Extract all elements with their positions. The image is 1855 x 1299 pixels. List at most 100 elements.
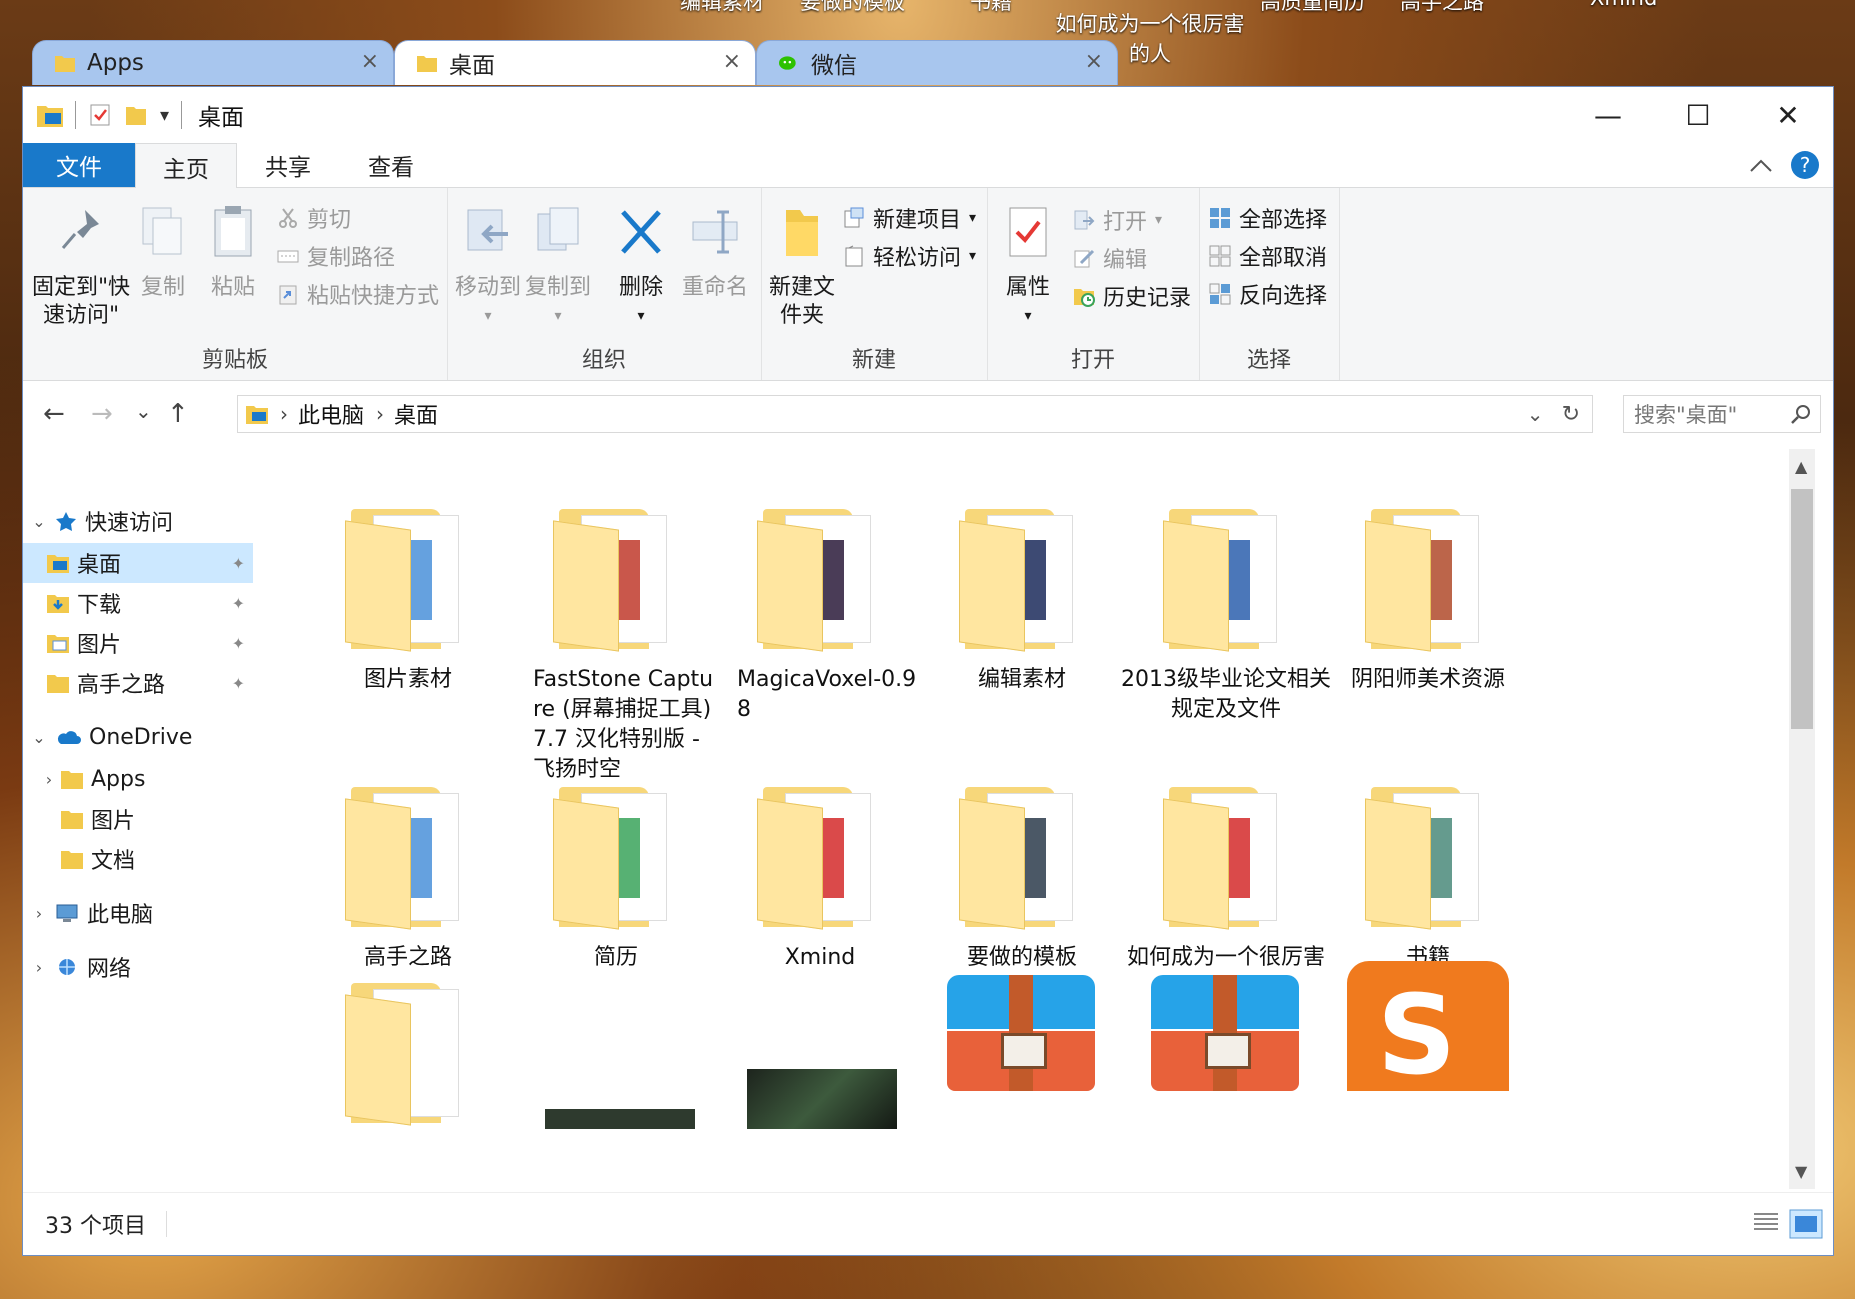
maximize-button[interactable]: ☐ [1653, 87, 1743, 143]
file-item[interactable]: 阴阳师美术资源 [1323, 505, 1533, 695]
group-select: 全部选择 全部取消 反向选择 选择 [1199, 188, 1340, 380]
new-folder-button[interactable]: 新建文件夹 [767, 204, 837, 330]
copy-button[interactable]: 复制 [133, 204, 193, 302]
tab-label: Apps [87, 50, 144, 76]
cut-button[interactable]: 剪切 [277, 202, 351, 234]
tab-view[interactable]: 查看 [341, 143, 441, 187]
close-button[interactable]: ✕ [1743, 87, 1833, 143]
copy-path-button[interactable]: 复制路径 [277, 240, 395, 272]
file-item[interactable]: 如何成为一个很厉害的人 [1121, 783, 1331, 1003]
file-item[interactable] [917, 975, 1127, 1125]
file-item[interactable]: 编辑素材 [917, 505, 1127, 695]
file-item[interactable]: FastStone Capture (屏幕捕捉工具) 7.7 汉化特别版 -飞扬… [511, 505, 721, 785]
paste-button[interactable]: 粘贴 [203, 204, 263, 302]
select-none-label: 全部取消 [1239, 246, 1328, 271]
invert-selection-button[interactable]: 反向选择 [1209, 278, 1327, 310]
archive-icon [947, 975, 1097, 1125]
desktop-folder-icon[interactable] [37, 103, 63, 127]
nav-onedrive[interactable]: ⌄ OneDrive [23, 717, 253, 757]
rename-button[interactable]: 重命名 [677, 204, 753, 302]
move-to-button[interactable]: 移动到 ▾ [455, 204, 521, 330]
file-item[interactable]: 2013级毕业论文相关规定及文件 [1121, 505, 1331, 725]
chevron-right-icon[interactable]: › [23, 958, 55, 977]
file-item[interactable] [1121, 975, 1331, 1125]
back-button[interactable]: ← [43, 399, 65, 429]
delete-icon [621, 210, 661, 254]
file-item[interactable]: S [1323, 961, 1533, 1099]
nav-onedrive-pictures[interactable]: 图片 [23, 799, 253, 839]
tab-share[interactable]: 共享 [238, 143, 338, 187]
tab-desktop[interactable]: 桌面 × [394, 40, 756, 85]
pin-icon: ✦ [231, 593, 245, 613]
file-item[interactable] [511, 979, 721, 1129]
delete-button[interactable]: 删除 ▾ [611, 204, 671, 330]
scroll-up-icon[interactable]: ▲ [1795, 457, 1807, 476]
chevron-right-icon[interactable]: › [23, 904, 55, 923]
nav-onedrive-documents[interactable]: 文档 [23, 839, 253, 879]
details-view-icon[interactable] [1751, 1209, 1781, 1235]
collapse-ribbon-icon[interactable] [1749, 157, 1773, 173]
nav-pictures[interactable]: 图片 ✦ [23, 623, 253, 663]
scrollbar-thumb[interactable] [1791, 489, 1813, 729]
nav-this-pc[interactable]: › 此电脑 [23, 893, 253, 933]
file-item[interactable]: 书籍 [1323, 783, 1533, 973]
vertical-scrollbar[interactable]: ▲ ▼ [1789, 449, 1815, 1189]
copy-to-button[interactable]: 复制到 ▾ [525, 204, 591, 330]
easy-access-button[interactable]: 轻松访问 ▾ [843, 240, 976, 272]
properties-button[interactable]: 属性 ▾ [993, 204, 1063, 330]
folder-icon [333, 505, 483, 655]
chevron-right-icon[interactable]: › [37, 770, 61, 789]
tab-wechat[interactable]: 微信 × [756, 40, 1118, 85]
large-icons-view-icon[interactable] [1789, 1209, 1823, 1239]
nav-desktop[interactable]: 桌面 ✦ [23, 543, 253, 583]
file-item[interactable] [303, 979, 513, 1129]
close-icon[interactable]: × [361, 49, 379, 74]
properties-icon[interactable] [88, 103, 112, 127]
search-box[interactable]: 搜索"桌面" [1623, 395, 1821, 433]
folder-icon [745, 505, 895, 655]
help-icon[interactable]: ? [1791, 151, 1819, 179]
nav-downloads[interactable]: 下载 ✦ [23, 583, 253, 623]
file-item[interactable]: 要做的模板 [917, 783, 1127, 973]
select-none-button[interactable]: 全部取消 [1209, 240, 1327, 272]
close-icon[interactable]: × [1085, 49, 1103, 74]
file-item[interactable] [715, 979, 925, 1129]
nav-onedrive-apps[interactable]: › Apps [23, 759, 253, 799]
pin-quick-access-button[interactable]: 固定到"快速访问" [31, 204, 131, 330]
tab-file[interactable]: 文件 [23, 143, 135, 187]
tab-apps[interactable]: Apps × [32, 40, 394, 85]
breadcrumb-this-pc[interactable]: 此电脑 [298, 398, 364, 430]
new-folder-icon[interactable] [124, 103, 148, 127]
address-dropdown-button[interactable]: ⌄ [1527, 402, 1544, 426]
file-item[interactable]: 图片素材 [303, 505, 513, 695]
minimize-button[interactable]: — [1563, 87, 1653, 143]
history-button[interactable]: 历史记录 [1073, 280, 1191, 312]
chevron-down-icon[interactable]: ▾ [160, 105, 169, 126]
up-button[interactable]: ↑ [167, 399, 189, 429]
nav-network[interactable]: › 网络 [23, 947, 253, 987]
edit-button[interactable]: 编辑 [1073, 242, 1147, 274]
scroll-down-icon[interactable]: ▼ [1795, 1162, 1807, 1181]
open-button[interactable]: 打开 ▾ [1073, 204, 1162, 236]
search-icon[interactable] [1790, 403, 1812, 425]
close-icon[interactable]: × [723, 49, 741, 74]
file-item[interactable]: Xmind [715, 783, 925, 973]
file-item[interactable]: 简历 [511, 783, 721, 973]
forward-button[interactable]: → [91, 399, 113, 429]
new-item-button[interactable]: 新建项目 ▾ [843, 202, 976, 234]
paste-shortcut-button[interactable]: 粘贴快捷方式 [277, 278, 439, 310]
folder-icon [61, 811, 83, 829]
chevron-down-icon[interactable]: ⌄ [23, 512, 55, 531]
address-bar[interactable]: › 此电脑 › 桌面 ⌄ ↻ [237, 395, 1593, 433]
nav-quick-access[interactable]: ⌄ 快速访问 [23, 501, 253, 541]
tab-home[interactable]: 主页 [135, 143, 237, 189]
breadcrumb-desktop[interactable]: 桌面 [394, 398, 438, 430]
file-item[interactable]: MagicaVoxel-0.98 [715, 505, 925, 725]
nav-gaoshouzhilu[interactable]: 高手之路 ✦ [23, 663, 253, 703]
chevron-down-icon[interactable]: ⌄ [23, 728, 55, 747]
refresh-button[interactable]: ↻ [1562, 402, 1580, 427]
recent-locations-button[interactable]: ⌄ [135, 399, 152, 423]
file-item[interactable]: 高手之路 [303, 783, 513, 973]
select-all-button[interactable]: 全部选择 [1209, 202, 1327, 234]
search-input[interactable]: 搜索"桌面" [1634, 399, 1790, 429]
